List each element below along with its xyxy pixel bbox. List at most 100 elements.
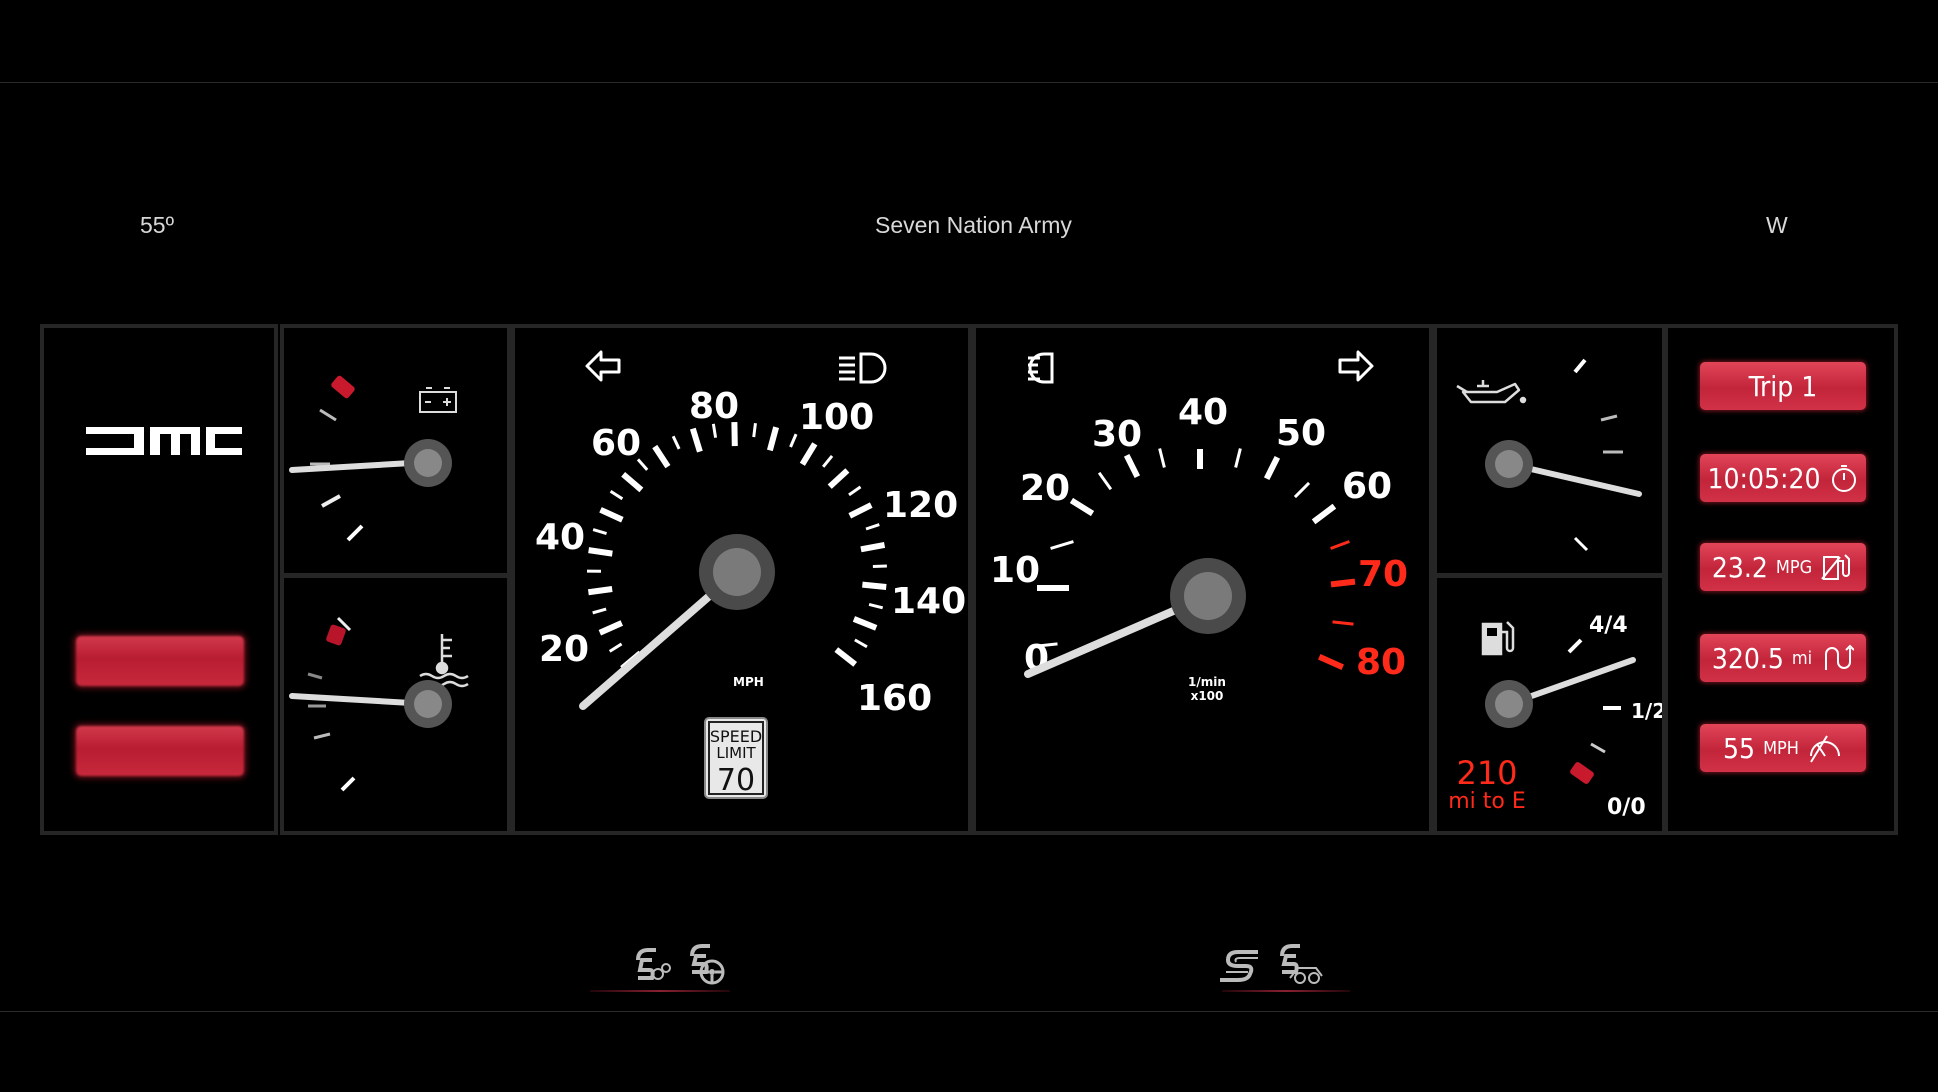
fuel-warning-marker xyxy=(1570,762,1594,784)
mode-button-2[interactable] xyxy=(76,726,244,776)
bottom-divider xyxy=(0,1011,1938,1012)
gauge-tick xyxy=(313,732,331,740)
tachometer: 0 10 20 30 40 50 60 70 80 1/min x100 xyxy=(990,350,1408,703)
speed-major-tick xyxy=(848,502,873,519)
fuel-economy-button[interactable]: 23.2 MPG xyxy=(1700,543,1866,591)
gauge-tick xyxy=(319,408,337,422)
fuel-gauge: 4/4 1/2 0/0 210 mi to E xyxy=(1448,613,1666,820)
route-icon xyxy=(1820,642,1855,674)
fuel-range-value: 210 xyxy=(1456,754,1517,792)
speed-major-tick xyxy=(588,547,613,557)
speed-limit-sign: SPEED LIMIT 70 xyxy=(704,717,768,799)
speed-minor-tick xyxy=(671,435,681,450)
logo-panel xyxy=(40,324,278,835)
speed-label-120: 120 xyxy=(883,485,958,526)
compass-heading: W xyxy=(1766,212,1788,238)
avg-speed-value: 55 xyxy=(1723,731,1756,765)
speed-minor-tick xyxy=(848,485,862,497)
tach-tick-labels: 0 10 20 30 40 50 60 70 80 xyxy=(990,392,1408,683)
trip-button[interactable]: Trip 1 xyxy=(1700,362,1866,410)
tach-label-50: 50 xyxy=(1276,413,1326,454)
trip-distance-button[interactable]: 320.5 mi xyxy=(1700,634,1866,682)
drive-mode-indicators-left xyxy=(632,942,730,986)
top-divider xyxy=(0,82,1938,83)
speed-major-tick xyxy=(799,442,818,466)
gauge-tick xyxy=(307,672,323,680)
speed-minor-tick xyxy=(854,638,868,649)
fuel-empty-label: 0/0 xyxy=(1607,795,1646,820)
coolant-temp-icon xyxy=(419,634,469,688)
trip-time-value: 10:05:20 xyxy=(1707,461,1821,495)
fuel-range-label: mi to E xyxy=(1448,789,1526,814)
speed-minor-tick xyxy=(592,528,607,535)
mode-button-1[interactable] xyxy=(76,636,244,686)
gauge-tick xyxy=(1590,742,1606,754)
speed-minor-tick xyxy=(865,523,880,531)
trip-time-button[interactable]: 10:05:20 xyxy=(1700,454,1866,502)
speed-minor-tick xyxy=(609,490,624,501)
tach-tick-marks xyxy=(1036,448,1356,670)
left-turn-signal-icon xyxy=(585,350,621,382)
gauge-tick xyxy=(1567,638,1583,654)
battery-warning-marker xyxy=(331,375,355,399)
speed-label-80: 80 xyxy=(689,386,739,427)
gauge-tick xyxy=(1573,358,1587,374)
speed-major-tick xyxy=(862,581,887,591)
speed-major-tick xyxy=(621,472,644,493)
speed-major-tick xyxy=(599,507,624,523)
tach-label-70: 70 xyxy=(1358,554,1408,595)
speed-gauge-icon xyxy=(1807,732,1843,764)
speed-minor-tick xyxy=(872,564,887,569)
tachometer-panel: 0 10 20 30 40 50 60 70 80 1/min x100 xyxy=(972,324,1433,835)
speed-major-tick xyxy=(766,426,780,452)
fuel-gauge-panel: 4/4 1/2 0/0 210 mi to E xyxy=(1433,574,1666,835)
fuel-pump-icon xyxy=(1481,621,1515,656)
svg-text:70: 70 xyxy=(717,763,755,798)
oil-pressure-icon xyxy=(1456,380,1527,404)
oil-pressure-panel xyxy=(1433,324,1666,577)
drive-mode-underline-left xyxy=(590,990,730,992)
now-playing-track[interactable]: Seven Nation Army xyxy=(875,212,1072,239)
gauge-tick xyxy=(1600,414,1618,422)
steering-mode-icon[interactable] xyxy=(686,942,730,986)
tach-label-30: 30 xyxy=(1092,414,1142,455)
speed-label-160: 160 xyxy=(857,678,932,719)
tach-unit-multiplier: x100 xyxy=(1191,689,1224,703)
speed-unit-label: MPH xyxy=(733,675,764,689)
speed-label-60: 60 xyxy=(591,423,641,464)
distance-value: 320.5 xyxy=(1711,641,1784,675)
speed-major-tick xyxy=(834,647,858,667)
speedometer: 20 40 60 80 100 120 140 160 MPH SPEED LI… xyxy=(535,350,966,799)
speed-major-tick xyxy=(827,468,850,489)
oil-pressure-gauge xyxy=(1456,358,1642,552)
drive-mode-indicators-right xyxy=(1218,942,1324,986)
speed-major-tick xyxy=(852,616,878,631)
headlight-icon xyxy=(839,352,887,384)
comfort-mode-icon[interactable] xyxy=(1276,942,1324,986)
speed-minor-tick xyxy=(868,603,884,610)
tach-label-10: 10 xyxy=(990,550,1040,591)
tach-unit-label: 1/min xyxy=(1188,675,1226,689)
drive-mode-underline-right xyxy=(1222,990,1350,992)
dmc-logo xyxy=(86,427,242,455)
speed-label-140: 140 xyxy=(891,581,966,622)
average-speed-button[interactable]: 55 MPH xyxy=(1700,724,1866,772)
mpg-value: 23.2 xyxy=(1711,550,1768,584)
gauge-tick xyxy=(346,524,364,542)
sport-mode-icon[interactable] xyxy=(1218,946,1262,986)
speed-minor-tick xyxy=(789,433,798,448)
coolant-gauge xyxy=(289,616,469,792)
fuel-half-label: 1/2 xyxy=(1631,699,1662,723)
speedometer-panel: 20 40 60 80 100 120 140 160 MPH SPEED LI… xyxy=(511,324,972,835)
speed-minor-tick xyxy=(592,607,607,615)
speed-label-40: 40 xyxy=(535,517,585,558)
speed-minor-tick xyxy=(608,642,623,653)
battery-gauge-panel xyxy=(280,324,511,577)
speed-label-100: 100 xyxy=(799,397,874,438)
traction-mode-icon[interactable] xyxy=(632,942,672,986)
gauge-tick xyxy=(340,776,356,792)
tach-label-80: 80 xyxy=(1356,642,1406,683)
distance-unit: mi xyxy=(1791,647,1813,669)
speed-major-tick xyxy=(689,427,703,453)
mpg-unit: MPG xyxy=(1775,556,1813,578)
